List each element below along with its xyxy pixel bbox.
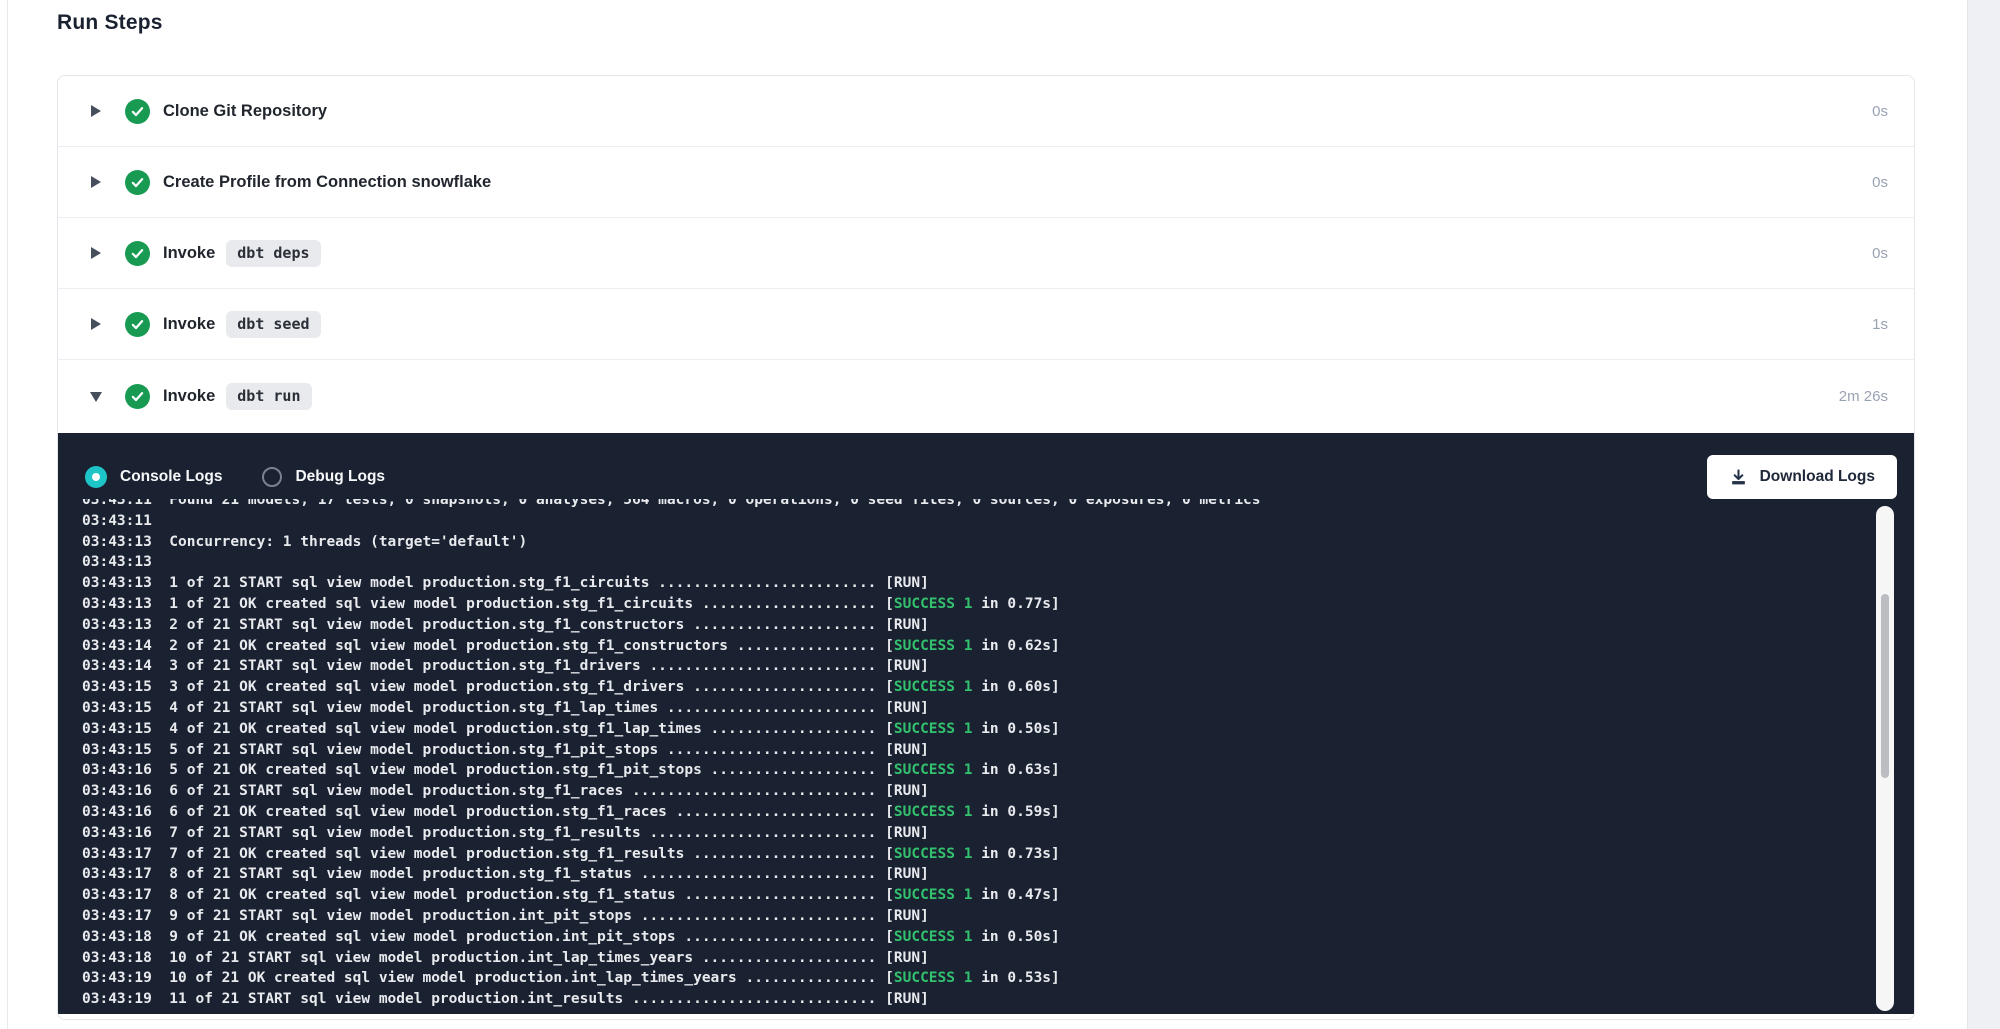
log-line: 03:43:14 2 of 21 OK created sql view mod…: [82, 636, 1874, 657]
right-side-gutter: [1967, 0, 2000, 1029]
check-circle-icon: [125, 99, 150, 124]
log-line: 03:43:18 9 of 21 OK created sql view mod…: [82, 927, 1874, 948]
step-duration: 0s: [1872, 103, 1888, 120]
log-line: 03:43:11: [82, 511, 1874, 532]
log-line: 03:43:18 10 of 21 START sql view model p…: [82, 948, 1874, 969]
radio-unselected-icon: [262, 467, 282, 487]
console-logs-radio[interactable]: Console Logs: [85, 466, 222, 488]
run-steps-card: Clone Git Repository0sCreate Profile fro…: [57, 75, 1915, 1020]
step-row-5[interactable]: Invoke dbt run 2m 26s: [58, 360, 1914, 433]
caret-right-icon: [89, 105, 103, 117]
download-logs-button[interactable]: Download Logs: [1707, 455, 1897, 499]
log-line: 03:43:17 9 of 21 START sql view model pr…: [82, 906, 1874, 927]
log-line: 03:43:16 7 of 21 START sql view model pr…: [82, 823, 1874, 844]
step-command-badge: dbt run: [226, 383, 311, 410]
step-row-1[interactable]: Clone Git Repository 0s: [58, 76, 1914, 147]
log-line: 03:43:15 5 of 21 START sql view model pr…: [82, 740, 1874, 761]
step-row-2[interactable]: Create Profile from Connection snowflake…: [58, 147, 1914, 218]
log-scrollbar-track[interactable]: [1876, 506, 1894, 1011]
download-logs-label: Download Logs: [1760, 468, 1875, 486]
step-command-badge: dbt seed: [226, 311, 320, 338]
log-line: 03:43:15 3 of 21 OK created sql view mod…: [82, 677, 1874, 698]
log-line: 03:43:13 2 of 21 START sql view model pr…: [82, 615, 1874, 636]
log-line: 03:43:15 4 of 21 OK created sql view mod…: [82, 719, 1874, 740]
page-title: Run Steps: [57, 11, 163, 35]
step-label: Invoke: [163, 244, 215, 263]
log-line: 03:43:17 7 of 21 OK created sql view mod…: [82, 844, 1874, 865]
step-label: Clone Git Repository: [163, 102, 327, 121]
log-scrollbar-thumb[interactable]: [1881, 594, 1889, 778]
step-duration: 1s: [1872, 316, 1888, 333]
log-line: 03:43:11 Found 21 models, 17 tests, 0 sn…: [82, 499, 1874, 511]
log-line: 03:43:17 8 of 21 OK created sql view mod…: [82, 885, 1874, 906]
log-line: 03:43:13: [82, 552, 1874, 573]
check-circle-icon: [125, 170, 150, 195]
step-duration: 2m 26s: [1839, 388, 1888, 405]
run-steps-list: Clone Git Repository0sCreate Profile fro…: [58, 76, 1914, 433]
caret-right-icon: [89, 318, 103, 330]
caret-right-icon: [89, 247, 103, 259]
debug-logs-label: Debug Logs: [295, 468, 385, 486]
download-icon: [1729, 468, 1748, 487]
log-line: 03:43:13 1 of 21 OK created sql view mod…: [82, 594, 1874, 615]
console-log-panel: Console Logs Debug Logs Download Logs 03…: [58, 433, 1914, 1014]
log-line: 03:43:14 3 of 21 START sql view model pr…: [82, 656, 1874, 677]
log-line: 03:43:13 Concurrency: 1 threads (target=…: [82, 532, 1874, 553]
debug-logs-radio[interactable]: Debug Logs: [262, 467, 385, 487]
caret-right-icon: [89, 176, 103, 188]
log-line: 03:43:17 8 of 21 START sql view model pr…: [82, 864, 1874, 885]
log-line: 03:43:15 4 of 21 START sql view model pr…: [82, 698, 1874, 719]
step-command-badge: dbt deps: [226, 240, 320, 267]
console-logs-label: Console Logs: [120, 468, 222, 486]
log-line: 03:43:19 11 of 21 START sql view model p…: [82, 989, 1874, 1010]
console-log-viewport[interactable]: 03:43:11 Found 21 models, 17 tests, 0 sn…: [82, 499, 1874, 1011]
step-label: Create Profile from Connection snowflake: [163, 173, 491, 192]
caret-down-icon: [89, 392, 103, 402]
check-circle-icon: [125, 384, 150, 409]
content-left-border: [7, 0, 8, 1029]
step-row-3[interactable]: Invoke dbt deps 0s: [58, 218, 1914, 289]
console-log-header: Console Logs Debug Logs Download Logs: [85, 455, 1897, 499]
check-circle-icon: [125, 241, 150, 266]
radio-selected-icon: [85, 466, 107, 488]
step-label: Invoke: [163, 387, 215, 406]
console-log-content: 03:43:11 Found 21 models, 17 tests, 0 sn…: [82, 499, 1874, 1010]
step-row-4[interactable]: Invoke dbt seed 1s: [58, 289, 1914, 360]
step-duration: 0s: [1872, 245, 1888, 262]
log-line: 03:43:16 5 of 21 OK created sql view mod…: [82, 760, 1874, 781]
log-line: 03:43:13 1 of 21 START sql view model pr…: [82, 573, 1874, 594]
log-line: 03:43:19 10 of 21 OK created sql view mo…: [82, 968, 1874, 989]
log-line: 03:43:16 6 of 21 OK created sql view mod…: [82, 802, 1874, 823]
step-label: Invoke: [163, 315, 215, 334]
step-duration: 0s: [1872, 174, 1888, 191]
check-circle-icon: [125, 312, 150, 337]
log-line: 03:43:16 6 of 21 START sql view model pr…: [82, 781, 1874, 802]
